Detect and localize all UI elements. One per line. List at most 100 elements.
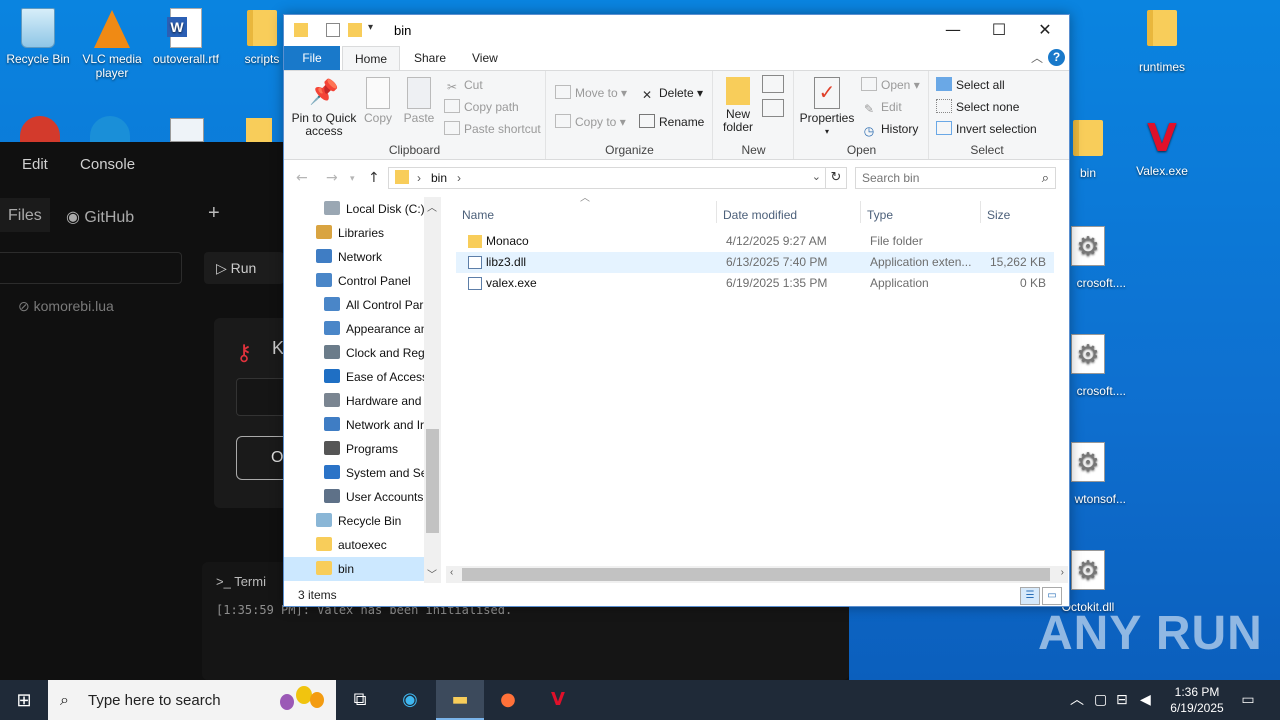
device-icon[interactable]: ▢ [1094, 680, 1107, 720]
details-view-icon[interactable]: ☰ [1020, 587, 1040, 605]
column-header-size[interactable]: Size [987, 203, 1010, 227]
tab-view[interactable]: View [460, 46, 510, 70]
select-all-button[interactable]: Select all [936, 75, 1005, 95]
open-button[interactable]: Open ▾ [861, 75, 920, 95]
edit-button[interactable]: ✎ Edit [861, 97, 902, 117]
move-to-button[interactable]: Move to ▾ [555, 83, 627, 103]
tab-github[interactable]: ◉ GitHub [66, 207, 134, 227]
nav-item[interactable]: bin [284, 557, 424, 581]
nav-item[interactable]: Ease of Access [284, 365, 428, 389]
nav-item[interactable]: Libraries [284, 221, 424, 245]
forward-arrow-icon[interactable]: → [326, 170, 338, 186]
column-separator[interactable] [980, 201, 981, 223]
edge-icon[interactable] [90, 116, 130, 142]
history-button[interactable]: ◷ History [861, 119, 919, 139]
windows-start-icon[interactable]: ⊞ [0, 680, 48, 720]
close-button[interactable]: ✕ [1022, 15, 1068, 46]
show-hidden-icons-icon[interactable]: ︿ [1070, 680, 1084, 720]
column-header-type[interactable]: Type [867, 203, 893, 227]
file-row[interactable]: Monaco 4/12/2025 9:27 AM File folder [456, 231, 1054, 252]
nav-item[interactable]: System and Sec [284, 461, 433, 485]
breadcrumb-chevron-icon[interactable]: › [457, 171, 461, 185]
minimize-button[interactable]: — [930, 15, 976, 46]
tab-share[interactable]: Share [402, 46, 458, 70]
horizontal-scrollbar[interactable]: ‹ › [446, 566, 1068, 583]
nav-item[interactable]: Network and Ir [284, 413, 424, 437]
properties-button[interactable]: ✓ Properties ▾ [799, 77, 855, 138]
nav-item[interactable]: Network [284, 245, 424, 269]
search-input[interactable] [856, 168, 1026, 188]
invert-selection-button[interactable]: Invert selection [936, 119, 1037, 139]
app-search-input[interactable] [0, 252, 182, 284]
refresh-icon[interactable]: ↻ [825, 167, 847, 189]
menu-console[interactable]: Console [80, 156, 135, 173]
new-folder-quick-icon[interactable] [348, 23, 362, 37]
notifications-icon[interactable]: ▭ [1236, 680, 1260, 720]
scroll-down-icon[interactable]: ﹀ [427, 566, 437, 581]
folder-icon[interactable] [246, 118, 272, 142]
volume-icon[interactable]: ◀ [1140, 680, 1151, 720]
select-none-button[interactable]: Select none [936, 97, 1019, 117]
large-icons-view-icon[interactable]: ▭ [1042, 587, 1062, 605]
add-tab-button[interactable]: + [208, 202, 220, 225]
task-view-icon[interactable]: ⧉ [336, 680, 384, 720]
search-box[interactable]: ⌕ [855, 167, 1056, 189]
nav-item[interactable]: All Control Par [284, 293, 424, 317]
tab-files[interactable]: Files [0, 198, 50, 232]
pin-to-quick-access-button[interactable]: 📌 Pin to Quick access [290, 77, 358, 138]
new-folder-button[interactable]: New folder [718, 77, 758, 134]
run-button[interactable]: ▷ Run [204, 252, 284, 284]
nav-item[interactable]: Clock and Regi [284, 341, 427, 365]
cut-button[interactable]: ✂ Cut [444, 75, 483, 95]
menu-edit[interactable]: Edit [22, 156, 48, 173]
system-clock[interactable]: 1:36 PM 6/19/2025 [1160, 684, 1234, 716]
taskbar-search[interactable]: ⌕ Type here to search [48, 680, 336, 720]
desktop-icon-recycle-bin[interactable]: Recycle Bin [0, 8, 76, 66]
copy-button[interactable]: Copy [362, 77, 394, 125]
script-file-item[interactable]: ⊘ komorebi.lua [18, 298, 114, 315]
desktop-icon-outoverall[interactable]: W outoverall.rtf [148, 8, 224, 66]
help-icon[interactable]: ? [1048, 49, 1065, 66]
valex-taskbar-icon[interactable]: V [534, 680, 582, 720]
scrollbar-thumb[interactable] [462, 568, 1050, 581]
tab-file[interactable]: File [284, 46, 340, 70]
address-bar[interactable]: › bin › ⌄ [388, 167, 826, 189]
scroll-right-icon[interactable]: › [1061, 567, 1064, 578]
nav-item[interactable]: autoexec [284, 533, 424, 557]
network-icon[interactable]: ⊟ [1116, 680, 1128, 720]
nav-item[interactable]: User Accounts [284, 485, 424, 509]
file-explorer-icon[interactable]: ▬ [436, 680, 484, 720]
navigation-scrollbar[interactable]: ︿ ﹀ [424, 197, 441, 583]
tab-home[interactable]: Home [342, 46, 401, 70]
nav-item[interactable]: Local Disk (C:) [284, 197, 425, 221]
column-separator[interactable] [716, 201, 717, 223]
column-separator[interactable] [860, 201, 861, 223]
edge-icon[interactable]: ◉ [386, 680, 434, 720]
column-header-date[interactable]: Date modified [723, 203, 797, 227]
document-icon[interactable] [170, 118, 204, 142]
desktop-icon-valex[interactable]: V Valex.exe [1124, 118, 1200, 178]
rename-button[interactable]: Rename [639, 112, 704, 132]
file-row[interactable]: valex.exe 6/19/2025 1:35 PM Application 0 K… [456, 273, 1054, 294]
paste-shortcut-button[interactable]: Paste shortcut [444, 119, 541, 139]
address-dropdown-icon[interactable]: ⌄ [812, 170, 821, 183]
file-row[interactable]: libz3.dll 6/13/2025 7:40 PM Application ex… [456, 252, 1054, 273]
nav-item[interactable]: Hardware and [284, 389, 424, 413]
firefox-icon[interactable]: ● [484, 680, 532, 720]
scroll-left-icon[interactable]: ‹ [450, 567, 453, 578]
search-icon[interactable]: ⌕ [1042, 171, 1049, 186]
breadcrumb-bin[interactable]: bin [431, 171, 447, 185]
nav-item[interactable]: Recycle Bin [284, 509, 424, 533]
desktop-icon-runtimes[interactable]: runtimes [1124, 8, 1200, 74]
chrome-icon[interactable] [20, 116, 60, 142]
properties-quick-icon[interactable] [326, 23, 340, 37]
column-header-name[interactable]: Name [462, 203, 494, 227]
scrollbar-thumb[interactable] [426, 429, 439, 533]
up-arrow-icon[interactable]: ↑ [368, 170, 380, 186]
quick-access-dropdown-icon[interactable]: ▾ [368, 22, 373, 33]
back-arrow-icon[interactable]: ← [296, 170, 308, 186]
copy-path-button[interactable]: Copy path [444, 97, 519, 117]
easy-access-icon[interactable] [762, 99, 784, 117]
delete-button[interactable]: ✕ Delete ▾ [639, 83, 703, 103]
collapse-ribbon-icon[interactable]: ︿ [1031, 49, 1043, 66]
